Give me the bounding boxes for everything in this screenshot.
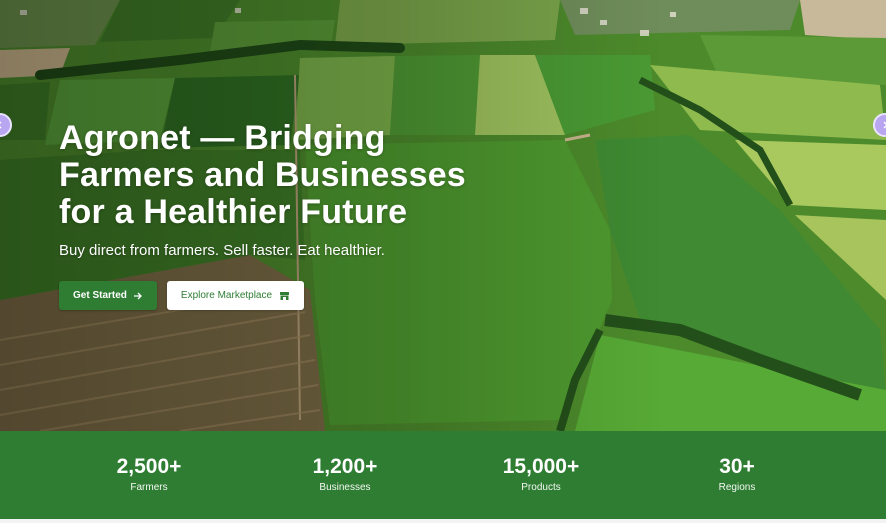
- hero-title-line: Farmers and Businesses: [59, 156, 466, 194]
- stat-regions: 30+ Regions: [667, 455, 807, 494]
- stat-value: 1,200+: [312, 455, 378, 478]
- stat-farmers: 2,500+ Farmers: [79, 455, 219, 494]
- stat-businesses: 1,200+ Businesses: [275, 455, 415, 494]
- hero-title-line: Agronet — Bridging: [59, 119, 386, 157]
- arrow-right-icon: [133, 291, 143, 301]
- hero-content: Agronet — Bridging Farmers and Businesse…: [59, 120, 579, 260]
- stats-bar: 2,500+ Farmers 1,200+ Businesses 15,000+…: [0, 431, 886, 519]
- explore-marketplace-label: Explore Marketplace: [180, 290, 273, 301]
- hero-title-line: for a Healthier Future: [59, 193, 408, 231]
- hero-subtitle: Buy direct from farmers. Sell faster. Ea…: [59, 242, 385, 259]
- stat-value: 2,500+: [116, 455, 182, 478]
- get-started-button[interactable]: Get Started: [59, 281, 157, 310]
- stat-label: Businesses: [319, 482, 371, 493]
- explore-marketplace-button[interactable]: Explore Marketplace: [166, 281, 305, 310]
- page-bottom-strip: [0, 519, 886, 523]
- stat-value: 15,000+: [502, 455, 580, 478]
- stat-label: Farmers: [130, 482, 168, 493]
- chevron-right-icon: [881, 121, 886, 129]
- hero-section: Agronet — Bridging Farmers and Businesse…: [0, 0, 886, 431]
- get-started-label: Get Started: [73, 290, 127, 301]
- stat-value: 30+: [719, 455, 755, 478]
- stat-products: 15,000+ Products: [471, 455, 611, 494]
- chevron-left-icon: [0, 121, 4, 129]
- cta-row: Get Started Explore Marketplace: [59, 281, 305, 310]
- stat-label: Products: [521, 482, 561, 493]
- hero-title: Agronet — Bridging Farmers and Businesse…: [59, 120, 579, 231]
- store-icon: [279, 291, 290, 301]
- stat-label: Regions: [718, 482, 756, 493]
